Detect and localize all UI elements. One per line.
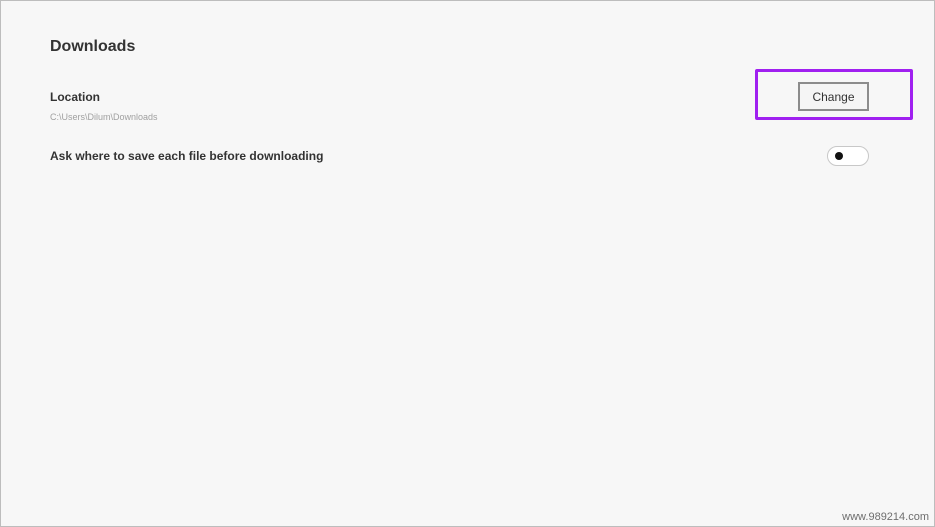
ask-before-download-label: Ask where to save each file before downl… xyxy=(50,149,324,163)
watermark-text: www.989214.com xyxy=(842,511,929,523)
ask-before-download-row: Ask where to save each file before downl… xyxy=(50,149,868,169)
toggle-knob xyxy=(835,152,843,160)
section-title-downloads: Downloads xyxy=(50,38,136,55)
location-path: C:\Users\Dilum\Downloads xyxy=(50,112,158,122)
location-label: Location xyxy=(50,90,100,104)
location-setting-row: Location C:\Users\Dilum\Downloads xyxy=(50,90,868,130)
change-location-button[interactable]: Change xyxy=(798,82,869,111)
ask-before-download-toggle[interactable] xyxy=(827,146,869,166)
